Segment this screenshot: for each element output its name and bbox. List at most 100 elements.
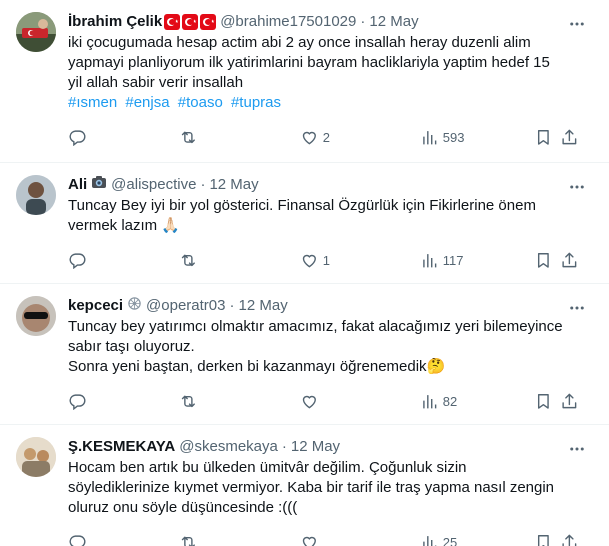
more-options-button[interactable] [567, 298, 587, 318]
bookmark-button[interactable] [534, 251, 553, 270]
tweet[interactable]: Ş.KESMEKAYA @skesmekaya · 12 May Hocam b… [0, 425, 609, 546]
separator: · [229, 297, 235, 314]
share-button[interactable] [560, 392, 579, 411]
more-horizontal-icon [570, 22, 584, 26]
more-options-button[interactable] [567, 14, 587, 34]
reply-button[interactable] [68, 128, 91, 147]
retweet-icon [181, 254, 195, 266]
views-icon [423, 130, 437, 145]
more-options-button[interactable] [567, 177, 587, 197]
tweet-actions: 2 593 [68, 119, 577, 155]
hashtag-link[interactable]: #toaso [178, 94, 223, 111]
more-options-button[interactable] [567, 439, 587, 459]
retweet-icon [181, 131, 195, 143]
like-button[interactable]: 1 [300, 251, 330, 270]
tweet[interactable]: kepceci @operatr03 · 12 May Tuncay bey y… [0, 284, 609, 425]
retweet-button[interactable] [179, 128, 202, 147]
views-button[interactable]: 117 [420, 251, 463, 270]
avatar[interactable] [16, 12, 56, 52]
views-button[interactable]: 593 [420, 128, 464, 147]
author-handle[interactable]: @alispective [111, 175, 196, 195]
retweet-icon [181, 395, 195, 407]
tweet-text: Tuncay bey yatırımcı olmaktır amacımız, … [68, 317, 567, 377]
tweet[interactable]: İbrahim Çelik ★ ★ ★ @brahime17501029 · 1… [0, 0, 609, 163]
separator: · [200, 176, 206, 193]
reply-icon [69, 535, 86, 546]
retweet-button[interactable] [179, 251, 202, 270]
tweet-text-line: Tuncay bey yatırımcı olmaktır amacımız, … [68, 318, 563, 355]
share-button[interactable] [560, 251, 579, 270]
avatar[interactable] [16, 175, 56, 215]
share-button[interactable] [560, 533, 579, 546]
tweet-text-line: iki çocugumada hesap actim abi 2 ay once… [68, 34, 550, 91]
hashtag-link[interactable]: #tupras [231, 94, 281, 111]
tweet-feed: İbrahim Çelik ★ ★ ★ @brahime17501029 · 1… [0, 0, 609, 546]
separator: · [360, 13, 366, 30]
author-name[interactable]: kepceci [68, 296, 123, 316]
retweet-button[interactable] [179, 533, 202, 546]
tweet-text-line: Sonra yeni baştan, derken bi kazanmayı ö… [68, 358, 446, 375]
reply-button[interactable] [68, 533, 91, 546]
views-button[interactable]: 82 [420, 392, 457, 411]
camera-emoji [91, 174, 107, 196]
turkey-flag-emoji: ★ [164, 14, 181, 30]
retweet-icon [181, 536, 195, 546]
bookmark-icon [538, 393, 550, 409]
author-handle[interactable]: @brahime17501029 [220, 12, 356, 32]
bookmark-icon [538, 129, 550, 145]
avatar[interactable] [16, 437, 56, 477]
hashtag-link[interactable]: #ısmen [68, 94, 117, 111]
avatar[interactable] [16, 296, 56, 336]
reply-button[interactable] [68, 392, 91, 411]
more-horizontal-icon [570, 306, 584, 310]
bookmark-icon [538, 252, 550, 268]
reply-icon [69, 253, 86, 269]
bookmark-button[interactable] [534, 392, 553, 411]
tweet-date[interactable]: 12 May [369, 12, 418, 32]
share-icon [562, 534, 577, 546]
share-button[interactable] [560, 128, 579, 147]
tweet[interactable]: Ali @alispective · 12 May Tuncay Bey iyi… [0, 163, 609, 284]
like-count: 2 [322, 129, 330, 145]
wheel-emoji [127, 296, 142, 317]
views-icon [423, 253, 437, 268]
views-count: 82 [442, 393, 458, 409]
bookmark-button[interactable] [534, 128, 553, 147]
heart-icon [302, 536, 316, 546]
views-count: 25 [442, 534, 458, 546]
more-horizontal-icon [570, 185, 584, 189]
like-button[interactable] [300, 533, 323, 546]
tweet-text-line: Tuncay Bey iyi bir yol gösterici. Finans… [68, 197, 536, 234]
like-button[interactable]: 2 [300, 128, 330, 147]
views-count: 593 [442, 129, 465, 145]
heart-icon [302, 131, 316, 145]
reply-icon [69, 130, 86, 146]
views-icon [423, 535, 437, 546]
heart-icon [302, 254, 316, 268]
author-handle[interactable]: @operatr03 [146, 296, 225, 316]
views-count: 117 [442, 252, 464, 268]
tweet-text: Hocam ben artık bu ülkeden ümitvâr değil… [68, 458, 567, 518]
views-button[interactable]: 25 [420, 533, 457, 546]
tweet-date[interactable]: 12 May [291, 437, 340, 457]
reply-button[interactable] [68, 251, 91, 270]
bookmark-button[interactable] [534, 533, 553, 546]
more-horizontal-icon [570, 447, 584, 451]
bookmark-icon [538, 534, 550, 546]
tweet-text-line: Hocam ben artık bu ülkeden ümitvâr değil… [68, 459, 555, 516]
turkey-flag-emoji: ★ [200, 14, 217, 30]
tweet-actions: 25 [68, 524, 577, 546]
author-name[interactable]: Ali [68, 175, 87, 195]
author-name[interactable]: İbrahim Çelik [68, 12, 162, 32]
retweet-button[interactable] [179, 392, 202, 411]
tweet-date[interactable]: 12 May [239, 296, 288, 316]
author-name[interactable]: Ş.KESMEKAYA [68, 437, 175, 457]
reply-icon [69, 394, 86, 410]
like-button[interactable] [300, 392, 323, 411]
hashtag-link[interactable]: #enjsa [125, 94, 169, 111]
tweet-date[interactable]: 12 May [209, 175, 258, 195]
views-icon [423, 394, 437, 409]
tweet-text: Tuncay Bey iyi bir yol gösterici. Finans… [68, 196, 567, 236]
like-count: 1 [322, 252, 330, 268]
author-handle[interactable]: @skesmekaya [179, 437, 278, 457]
